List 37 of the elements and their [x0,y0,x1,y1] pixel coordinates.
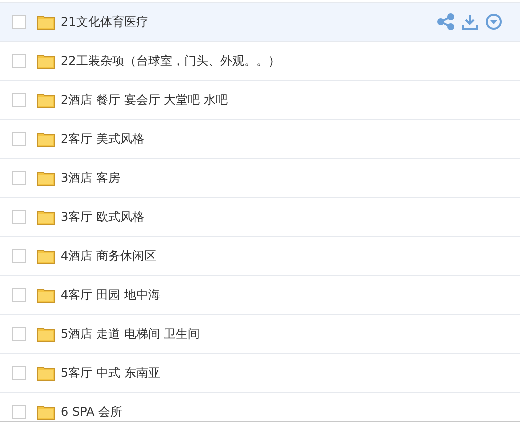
folder-icon [37,404,55,420]
folder-name[interactable]: 2客厅 美式风格 [61,130,144,148]
checkbox[interactable] [12,249,26,263]
checkbox[interactable] [12,288,26,302]
share-icon[interactable] [437,13,455,31]
folder-name[interactable]: 22工装杂项（台球室，门头、外观。。） [61,52,280,70]
file-row[interactable]: 21文化体育医疗 [0,3,520,42]
folder-name[interactable]: 3酒店 客房 [61,170,120,186]
checkbox[interactable] [12,132,26,146]
folder-icon [37,170,55,186]
checkbox[interactable] [12,327,26,341]
folder-icon [37,53,55,69]
dropdown-icon[interactable] [485,13,503,31]
checkbox[interactable] [12,54,26,68]
folder-icon [37,287,55,303]
folder-icon [37,248,55,264]
folder-name[interactable]: 4客厅 田园 地中海 [61,286,160,304]
folder-name[interactable]: 6 SPA 会所 [61,404,123,420]
checkbox[interactable] [12,210,26,224]
checkbox[interactable] [12,366,26,380]
download-icon[interactable] [461,13,479,31]
folder-name[interactable]: 4酒店 商务休闲区 [61,248,156,264]
folder-icon [37,365,55,381]
checkbox[interactable] [12,15,26,29]
folder-name[interactable]: 2酒店 餐厅 宴会厅 大堂吧 水吧 [61,92,228,108]
folder-icon [37,131,55,147]
checkbox[interactable] [12,405,26,419]
folder-name[interactable]: 5酒店 走道 电梯间 卫生间 [61,326,200,342]
checkbox[interactable] [12,93,26,107]
folder-icon [37,14,55,30]
checkbox[interactable] [12,171,26,185]
folder-name[interactable]: 3客厅 欧式风格 [61,208,144,226]
folder-icon [37,92,55,108]
folder-name[interactable]: 5客厅 中式 东南亚 [61,364,160,382]
folder-icon [37,209,55,225]
folder-icon [37,326,55,342]
folder-name[interactable]: 21文化体育医疗 [61,14,148,30]
